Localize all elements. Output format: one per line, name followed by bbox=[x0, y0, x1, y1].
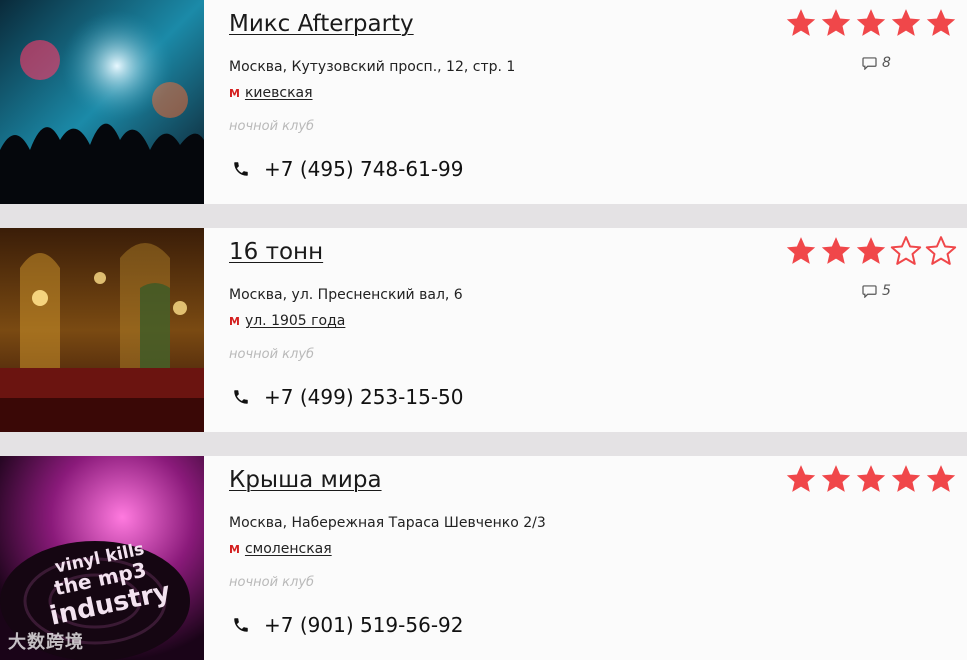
rating-stars bbox=[784, 462, 958, 496]
star-filled-icon bbox=[821, 237, 851, 264]
star-filled-icon bbox=[786, 9, 816, 36]
metro-link[interactable]: смоленская bbox=[245, 541, 332, 557]
venue-metro: М смоленская bbox=[229, 541, 332, 557]
star-filled-icon bbox=[786, 237, 816, 264]
venue-title[interactable]: Микс Afterparty bbox=[229, 11, 414, 37]
rating-stars bbox=[784, 6, 958, 40]
venue-address: Москва, Набережная Тараса Шевченко 2/3 bbox=[229, 515, 546, 531]
star-filled-icon bbox=[856, 465, 886, 492]
star-filled-icon bbox=[821, 9, 851, 36]
metro-icon: М bbox=[229, 86, 240, 100]
venue-address: Москва, ул. Пресненский вал, 6 bbox=[229, 287, 463, 303]
phone-icon bbox=[234, 390, 248, 404]
venue-phone[interactable]: +7 (495) 748-61-99 bbox=[232, 157, 463, 181]
venue-category: ночной клуб bbox=[229, 575, 315, 590]
star-filled-icon bbox=[891, 9, 921, 36]
venue-metro: М киевская bbox=[229, 85, 313, 101]
phone-number[interactable]: +7 (499) 253-15-50 bbox=[264, 385, 463, 409]
venue-phone[interactable]: +7 (901) 519-56-92 bbox=[232, 613, 463, 637]
comments-number: 8 bbox=[882, 55, 891, 71]
venue-category: ночной клуб bbox=[229, 119, 315, 134]
star-filled-icon bbox=[821, 465, 851, 492]
comment-icon bbox=[862, 284, 877, 298]
metro-link[interactable]: ул. 1905 года bbox=[245, 313, 345, 329]
star-filled-icon bbox=[891, 465, 921, 492]
venue-list: Микс Afterparty Москва, Кутузовский прос… bbox=[0, 0, 967, 660]
star-filled-icon bbox=[926, 465, 956, 492]
phone-icon bbox=[234, 162, 248, 176]
venue-title[interactable]: 16 тонн bbox=[229, 239, 323, 265]
venue-photo[interactable] bbox=[0, 228, 204, 432]
comments-count[interactable]: 5 bbox=[862, 283, 891, 299]
metro-icon: М bbox=[229, 542, 240, 556]
star-filled-icon bbox=[926, 9, 956, 36]
venue-metro: М ул. 1905 года bbox=[229, 313, 345, 329]
star-filled-icon bbox=[856, 237, 886, 264]
metro-icon: М bbox=[229, 314, 240, 328]
star-filled-icon bbox=[856, 9, 886, 36]
venue-title[interactable]: Крыша мира bbox=[229, 467, 382, 493]
metro-link[interactable]: киевская bbox=[245, 85, 313, 101]
rating-stars bbox=[784, 234, 958, 268]
phone-number[interactable]: +7 (495) 748-61-99 bbox=[264, 157, 463, 181]
venue-category: ночной клуб bbox=[229, 347, 315, 362]
venue-card: Микс Afterparty Москва, Кутузовский прос… bbox=[0, 0, 967, 204]
phone-number[interactable]: +7 (901) 519-56-92 bbox=[264, 613, 463, 637]
venue-phone[interactable]: +7 (499) 253-15-50 bbox=[232, 385, 463, 409]
venue-card: vinyl kills the mp3 industry Крыша мира … bbox=[0, 456, 967, 660]
star-empty-icon bbox=[925, 236, 957, 265]
comment-icon bbox=[862, 56, 877, 70]
star-empty-icon bbox=[890, 236, 922, 265]
venue-card: 16 тонн Москва, ул. Пресненский вал, 6 М… bbox=[0, 228, 967, 432]
venue-photo[interactable] bbox=[0, 0, 204, 204]
comments-count[interactable]: 8 bbox=[862, 55, 891, 71]
watermark: 大数跨境 bbox=[8, 632, 84, 653]
venue-address: Москва, Кутузовский просп., 12, стр. 1 bbox=[229, 59, 516, 75]
phone-icon bbox=[234, 618, 248, 632]
star-filled-icon bbox=[786, 465, 816, 492]
comments-number: 5 bbox=[882, 283, 891, 299]
